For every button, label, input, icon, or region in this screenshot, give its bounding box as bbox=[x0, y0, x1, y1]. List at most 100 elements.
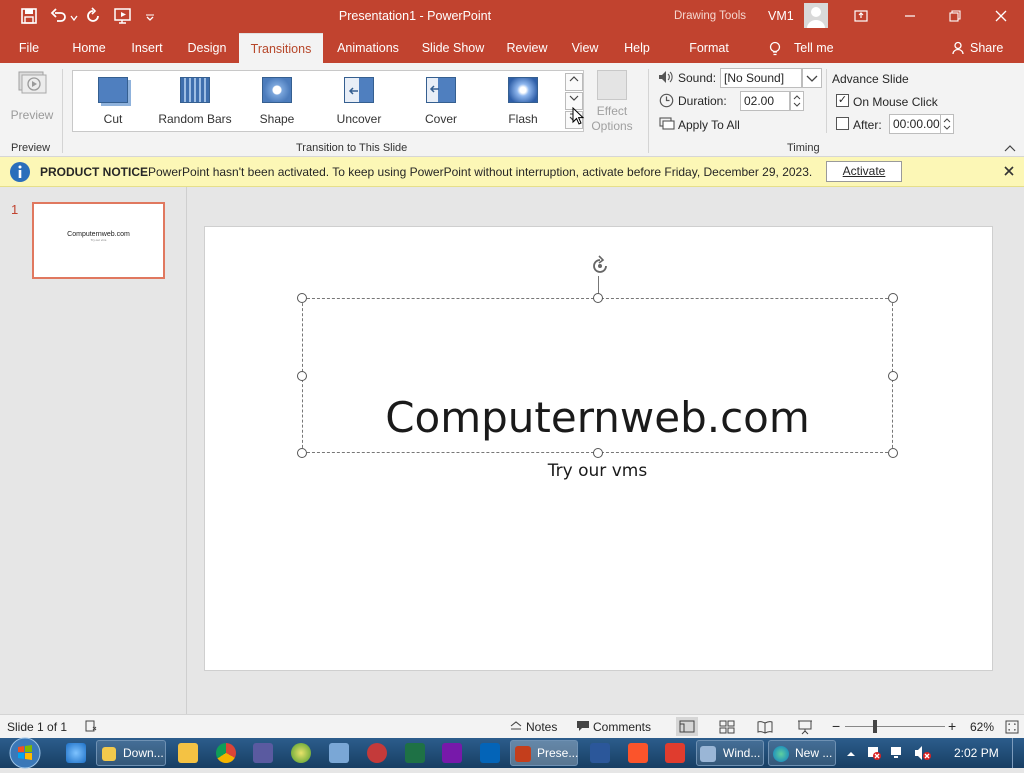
undo-dropdown-icon[interactable] bbox=[70, 11, 78, 22]
resize-handle[interactable] bbox=[888, 293, 898, 303]
resize-handle[interactable] bbox=[888, 371, 898, 381]
reading-view-icon[interactable] bbox=[757, 719, 773, 735]
tab-insert[interactable]: Insert bbox=[124, 33, 170, 63]
tab-view[interactable]: View bbox=[564, 33, 606, 63]
tab-file[interactable]: File bbox=[8, 33, 50, 63]
resize-handle[interactable] bbox=[888, 448, 898, 458]
slideshow-view-icon[interactable] bbox=[797, 719, 813, 735]
resize-handle[interactable] bbox=[297, 371, 307, 381]
redo-icon[interactable] bbox=[84, 7, 102, 25]
chrome-icon[interactable] bbox=[216, 743, 236, 763]
tab-format[interactable]: Format bbox=[678, 33, 740, 63]
media-player-icon[interactable] bbox=[178, 743, 198, 763]
outlook-icon[interactable] bbox=[480, 743, 500, 763]
sound-dropdown-arrow[interactable] bbox=[802, 68, 822, 88]
duration-spinner[interactable] bbox=[790, 91, 804, 111]
transition-random-bars[interactable]: Random Bars bbox=[155, 77, 235, 129]
slide-sorter-icon[interactable] bbox=[719, 719, 735, 735]
excel-icon[interactable] bbox=[405, 743, 425, 763]
after-input[interactable]: 00:00.00 bbox=[889, 114, 941, 134]
collapse-ribbon-icon[interactable] bbox=[1003, 143, 1017, 153]
fit-slide-icon[interactable] bbox=[1004, 719, 1020, 735]
undo-icon[interactable] bbox=[50, 7, 68, 25]
restore-button[interactable] bbox=[948, 8, 962, 24]
app-icon[interactable] bbox=[329, 743, 349, 763]
tab-design[interactable]: Design bbox=[180, 33, 234, 63]
zoom-out-button[interactable]: − bbox=[832, 718, 840, 734]
tell-me-search[interactable]: Tell me bbox=[794, 41, 834, 55]
save-icon[interactable] bbox=[20, 7, 38, 25]
duration-input[interactable]: 02.00 bbox=[740, 91, 790, 111]
sound-dropdown[interactable]: [No Sound] bbox=[720, 68, 802, 88]
preview-button[interactable]: Preview bbox=[10, 69, 54, 129]
app-icon[interactable] bbox=[291, 743, 311, 763]
slide-canvas[interactable]: Computernweb.com Try our vms bbox=[204, 226, 993, 671]
close-notice-icon[interactable] bbox=[1002, 164, 1016, 178]
on-mouse-click-checkbox[interactable]: ✓ bbox=[836, 94, 849, 107]
slide-subtitle[interactable]: Try our vms bbox=[302, 461, 893, 481]
after-spinner[interactable] bbox=[940, 114, 954, 134]
avatar[interactable] bbox=[804, 3, 828, 28]
transition-flash[interactable]: Flash bbox=[483, 77, 563, 129]
network-icon[interactable] bbox=[890, 745, 906, 761]
close-button[interactable] bbox=[994, 8, 1008, 24]
windows-taskbar: Down... Prese... Wind... New ... 2:02 PM bbox=[0, 736, 1024, 770]
zoom-slider-thumb[interactable] bbox=[873, 720, 877, 733]
zoom-in-button[interactable]: + bbox=[948, 718, 956, 734]
app-icon[interactable] bbox=[367, 743, 387, 763]
volume-muted-icon[interactable] bbox=[914, 745, 932, 761]
app-icon[interactable] bbox=[253, 743, 273, 763]
share-button[interactable]: Share bbox=[970, 41, 1003, 55]
rotate-handle-icon[interactable] bbox=[588, 254, 612, 278]
notes-button[interactable]: Notes bbox=[526, 720, 557, 734]
zoom-level[interactable]: 62% bbox=[970, 720, 994, 734]
minimize-button[interactable] bbox=[903, 8, 917, 24]
onenote-icon[interactable] bbox=[442, 743, 462, 763]
user-name[interactable]: VM1 bbox=[768, 9, 794, 23]
comments-button[interactable]: Comments bbox=[593, 720, 651, 734]
tab-help[interactable]: Help bbox=[616, 33, 658, 63]
slide-title[interactable]: Computernweb.com bbox=[303, 393, 892, 442]
show-desktop-button[interactable] bbox=[1012, 738, 1024, 768]
vivaldi-icon[interactable] bbox=[665, 743, 685, 763]
tab-review[interactable]: Review bbox=[500, 33, 554, 63]
system-clock[interactable]: 2:02 PM bbox=[954, 746, 999, 760]
transition-shape[interactable]: Shape bbox=[237, 77, 317, 129]
transition-cover[interactable]: Cover bbox=[401, 77, 481, 129]
transition-cut[interactable]: Cut bbox=[73, 77, 153, 129]
ribbon-display-options-icon[interactable] bbox=[853, 8, 869, 24]
transition-group-label: Transition to This Slide bbox=[296, 142, 408, 154]
apply-to-all-button[interactable]: Apply To All bbox=[678, 118, 740, 132]
customize-toolbar-icon[interactable] bbox=[145, 11, 155, 21]
effect-options-button[interactable]: Effect Options bbox=[590, 70, 634, 140]
transition-uncover[interactable]: Uncover bbox=[319, 77, 399, 129]
resize-handle[interactable] bbox=[297, 293, 307, 303]
word-icon[interactable] bbox=[590, 743, 610, 763]
tab-home[interactable]: Home bbox=[64, 33, 114, 63]
after-checkbox[interactable] bbox=[836, 117, 849, 130]
resize-handle[interactable] bbox=[593, 293, 603, 303]
gallery-scroll-up[interactable] bbox=[565, 73, 583, 91]
slide-thumbnail[interactable]: Computernweb.com Try our vms bbox=[32, 202, 165, 279]
tab-slide-show[interactable]: Slide Show bbox=[416, 33, 490, 63]
title-placeholder[interactable]: Computernweb.com bbox=[302, 298, 893, 453]
tab-animations[interactable]: Animations bbox=[330, 33, 406, 63]
show-hidden-icons[interactable] bbox=[846, 748, 856, 758]
flash-icon bbox=[508, 77, 538, 103]
share-icon[interactable] bbox=[952, 41, 966, 55]
start-from-beginning-icon[interactable] bbox=[113, 7, 133, 25]
random-bars-icon bbox=[180, 77, 210, 103]
resize-handle[interactable] bbox=[297, 448, 307, 458]
internet-explorer-icon[interactable] bbox=[66, 743, 86, 763]
zoom-slider-track[interactable] bbox=[845, 726, 945, 727]
brave-icon[interactable] bbox=[628, 743, 648, 763]
slide-number: 1 bbox=[11, 202, 19, 217]
normal-view-button[interactable] bbox=[676, 717, 698, 736]
resize-handle[interactable] bbox=[593, 448, 603, 458]
lightbulb-icon[interactable] bbox=[768, 41, 782, 57]
tab-transitions[interactable]: Transitions bbox=[239, 33, 323, 63]
accessibility-icon[interactable] bbox=[84, 719, 98, 733]
activate-button[interactable]: Activate bbox=[826, 161, 902, 182]
action-center-icon[interactable] bbox=[866, 745, 882, 761]
start-button[interactable] bbox=[6, 736, 44, 770]
